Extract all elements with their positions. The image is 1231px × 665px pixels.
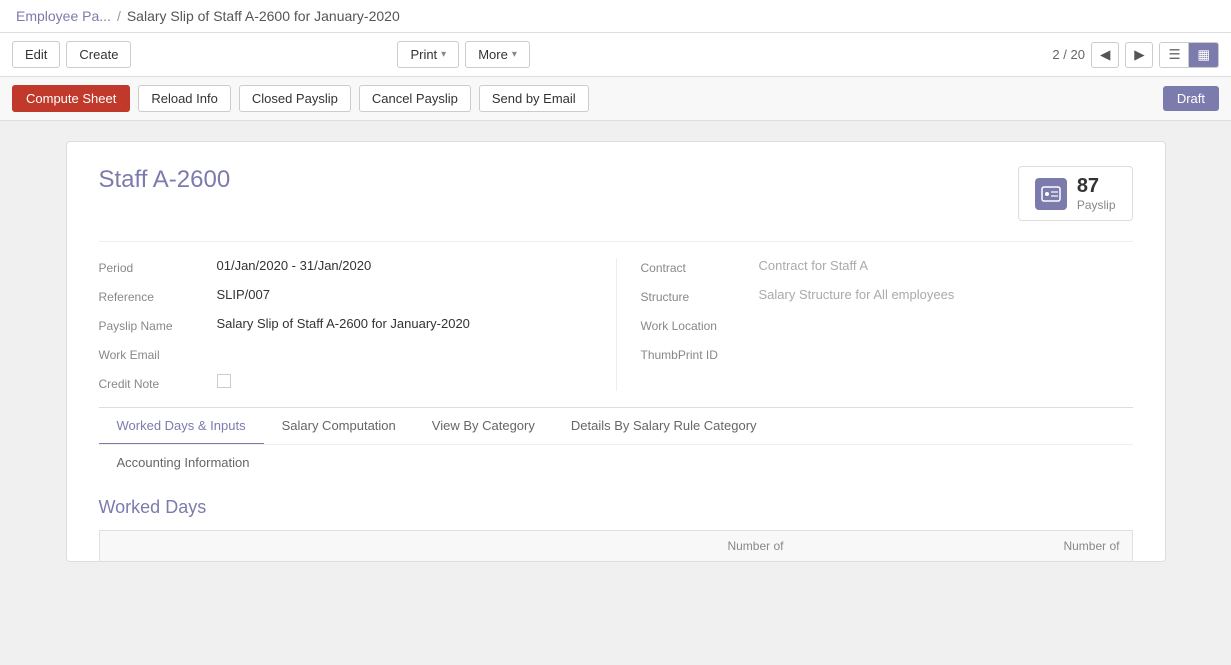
left-fields: Period 01/Jan/2020 - 31/Jan/2020 Referen… [99, 258, 616, 391]
closed-payslip-button[interactable]: Closed Payslip [239, 85, 351, 112]
print-dropdown-icon: ▾ [441, 49, 446, 60]
thumbprint-field: ThumbPrint ID [641, 345, 1133, 362]
contract-label: Contract [641, 258, 751, 275]
print-button[interactable]: Print ▾ [397, 41, 459, 68]
work-location-label: Work Location [641, 316, 751, 333]
more-dropdown-icon: ▾ [512, 49, 517, 60]
payslip-counter: 87 Payslip [1018, 166, 1133, 221]
edit-button[interactable]: Edit [12, 41, 60, 68]
compute-sheet-button[interactable]: Compute Sheet [12, 85, 130, 112]
work-email-field: Work Email [99, 345, 592, 362]
payslip-name-value: Salary Slip of Staff A-2600 for January-… [217, 316, 592, 331]
cancel-payslip-button[interactable]: Cancel Payslip [359, 85, 471, 112]
contract-field: Contract Contract for Staff A [641, 258, 1133, 275]
tab-details-by-salary[interactable]: Details By Salary Rule Category [553, 408, 775, 445]
worked-days-section: Worked Days Number of Number of [99, 481, 1133, 561]
structure-field: Structure Salary Structure for All emplo… [641, 287, 1133, 304]
right-fields: Contract Contract for Staff A Structure … [616, 258, 1133, 391]
contract-value: Contract for Staff A [759, 258, 1133, 273]
reference-label: Reference [99, 287, 209, 304]
pagination-display: 2 / 20 [1052, 47, 1085, 62]
reference-field: Reference SLIP/007 [99, 287, 592, 304]
payslip-count-value: 87 Payslip [1077, 175, 1116, 212]
view-toggle: ☰ ▦ [1159, 42, 1219, 68]
more-label: More [478, 47, 508, 62]
action-bar: Compute Sheet Reload Info Closed Payslip… [0, 77, 1231, 121]
list-view-button[interactable]: ☰ [1160, 43, 1189, 67]
tabs-bar: Worked Days & Inputs Salary Computation … [99, 407, 1133, 481]
period-label: Period [99, 258, 209, 275]
work-email-label: Work Email [99, 345, 209, 362]
header-description [112, 539, 448, 553]
work-location-field: Work Location [641, 316, 1133, 333]
staff-name: Staff A-2600 [99, 166, 231, 194]
thumbprint-label: ThumbPrint ID [641, 345, 751, 362]
header-number-of-2: Number of [784, 539, 1120, 553]
breadcrumb-current: Salary Slip of Staff A-2600 for January-… [127, 8, 400, 24]
credit-note-checkbox[interactable] [217, 374, 231, 388]
status-badge: Draft [1163, 86, 1219, 111]
worked-days-title: Worked Days [99, 481, 1133, 530]
next-record-button[interactable]: ▶ [1125, 42, 1153, 68]
credit-note-field: Credit Note [99, 374, 592, 391]
reference-value: SLIP/007 [217, 287, 592, 302]
staff-header: Staff A-2600 87 Payslip [99, 166, 1133, 221]
breadcrumb-bar: Employee Pa... / Salary Slip of Staff A-… [0, 0, 1231, 33]
toolbar: Edit Create Print ▾ More ▾ 2 / 20 ◀ ▶ ☰ … [0, 33, 1231, 77]
breadcrumb-parent-link[interactable]: Employee Pa... [16, 8, 111, 24]
grid-view-icon: ▦ [1197, 47, 1210, 62]
structure-label: Structure [641, 287, 751, 304]
tab-view-by-category[interactable]: View By Category [414, 408, 553, 445]
main-content: Staff A-2600 87 Payslip [0, 121, 1231, 646]
period-value: 01/Jan/2020 - 31/Jan/2020 [217, 258, 592, 273]
tab-worked-days[interactable]: Worked Days & Inputs [99, 408, 264, 445]
grid-view-button[interactable]: ▦ [1189, 43, 1218, 67]
print-label: Print [410, 47, 437, 62]
send-by-email-button[interactable]: Send by Email [479, 85, 589, 112]
credit-note-label: Credit Note [99, 374, 209, 391]
create-button[interactable]: Create [66, 41, 131, 68]
breadcrumb-separator: / [117, 8, 121, 24]
reload-info-button[interactable]: Reload Info [138, 85, 231, 112]
payslip-name-label: Payslip Name [99, 316, 209, 333]
form-section: Period 01/Jan/2020 - 31/Jan/2020 Referen… [99, 241, 1133, 391]
worked-days-table-header: Number of Number of [99, 530, 1133, 561]
structure-value: Salary Structure for All employees [759, 287, 1133, 302]
more-button[interactable]: More ▾ [465, 41, 530, 68]
tab-salary-computation[interactable]: Salary Computation [264, 408, 414, 445]
list-view-icon: ☰ [1168, 47, 1180, 62]
payslip-count-label: Payslip [1077, 198, 1116, 212]
payslip-name-field: Payslip Name Salary Slip of Staff A-2600… [99, 316, 592, 333]
prev-record-button[interactable]: ◀ [1091, 42, 1119, 68]
pagination-info: 2 / 20 ◀ ▶ ☰ ▦ [1052, 42, 1219, 68]
form-card: Staff A-2600 87 Payslip [66, 141, 1166, 562]
period-field: Period 01/Jan/2020 - 31/Jan/2020 [99, 258, 592, 275]
header-number-of-1: Number of [448, 539, 784, 553]
tab-accounting-info[interactable]: Accounting Information [99, 445, 268, 482]
payslip-icon [1035, 178, 1067, 210]
payslip-number: 87 [1077, 175, 1116, 198]
